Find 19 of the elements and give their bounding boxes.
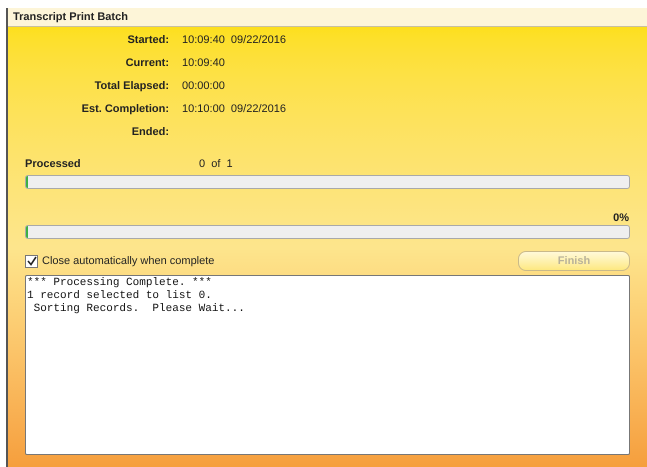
field-label: Current: (124, 56, 170, 71)
checkmark-icon (26, 256, 36, 266)
field-label: Total Elapsed: (94, 78, 170, 94)
checkbox[interactable] (25, 254, 38, 268)
percent-label: 0% (613, 211, 630, 224)
checkbox-label: Close automatically when complete (42, 254, 214, 269)
window-title: Transcript Print Batch (13, 10, 128, 25)
field-value: 00:00:00 (182, 78, 225, 94)
log-line: Sorting Records. Please Wait... (32, 303, 246, 316)
field-value: 10:10:00 09/22/2016 (182, 102, 286, 117)
processed-label: Processed (25, 156, 82, 172)
field-label: Est. Completion: (80, 102, 170, 117)
processed-count: 0 of 1 (199, 156, 233, 172)
field-value: 10:09:40 09/22/2016 (182, 32, 286, 48)
field-label: Ended: (130, 124, 170, 140)
log-line: 1 record selected to list 0. (27, 290, 213, 303)
log-line: *** Processing Complete. *** (27, 277, 213, 290)
field-label: Started: (126, 32, 170, 48)
field-value: 10:09:40 (182, 56, 225, 71)
